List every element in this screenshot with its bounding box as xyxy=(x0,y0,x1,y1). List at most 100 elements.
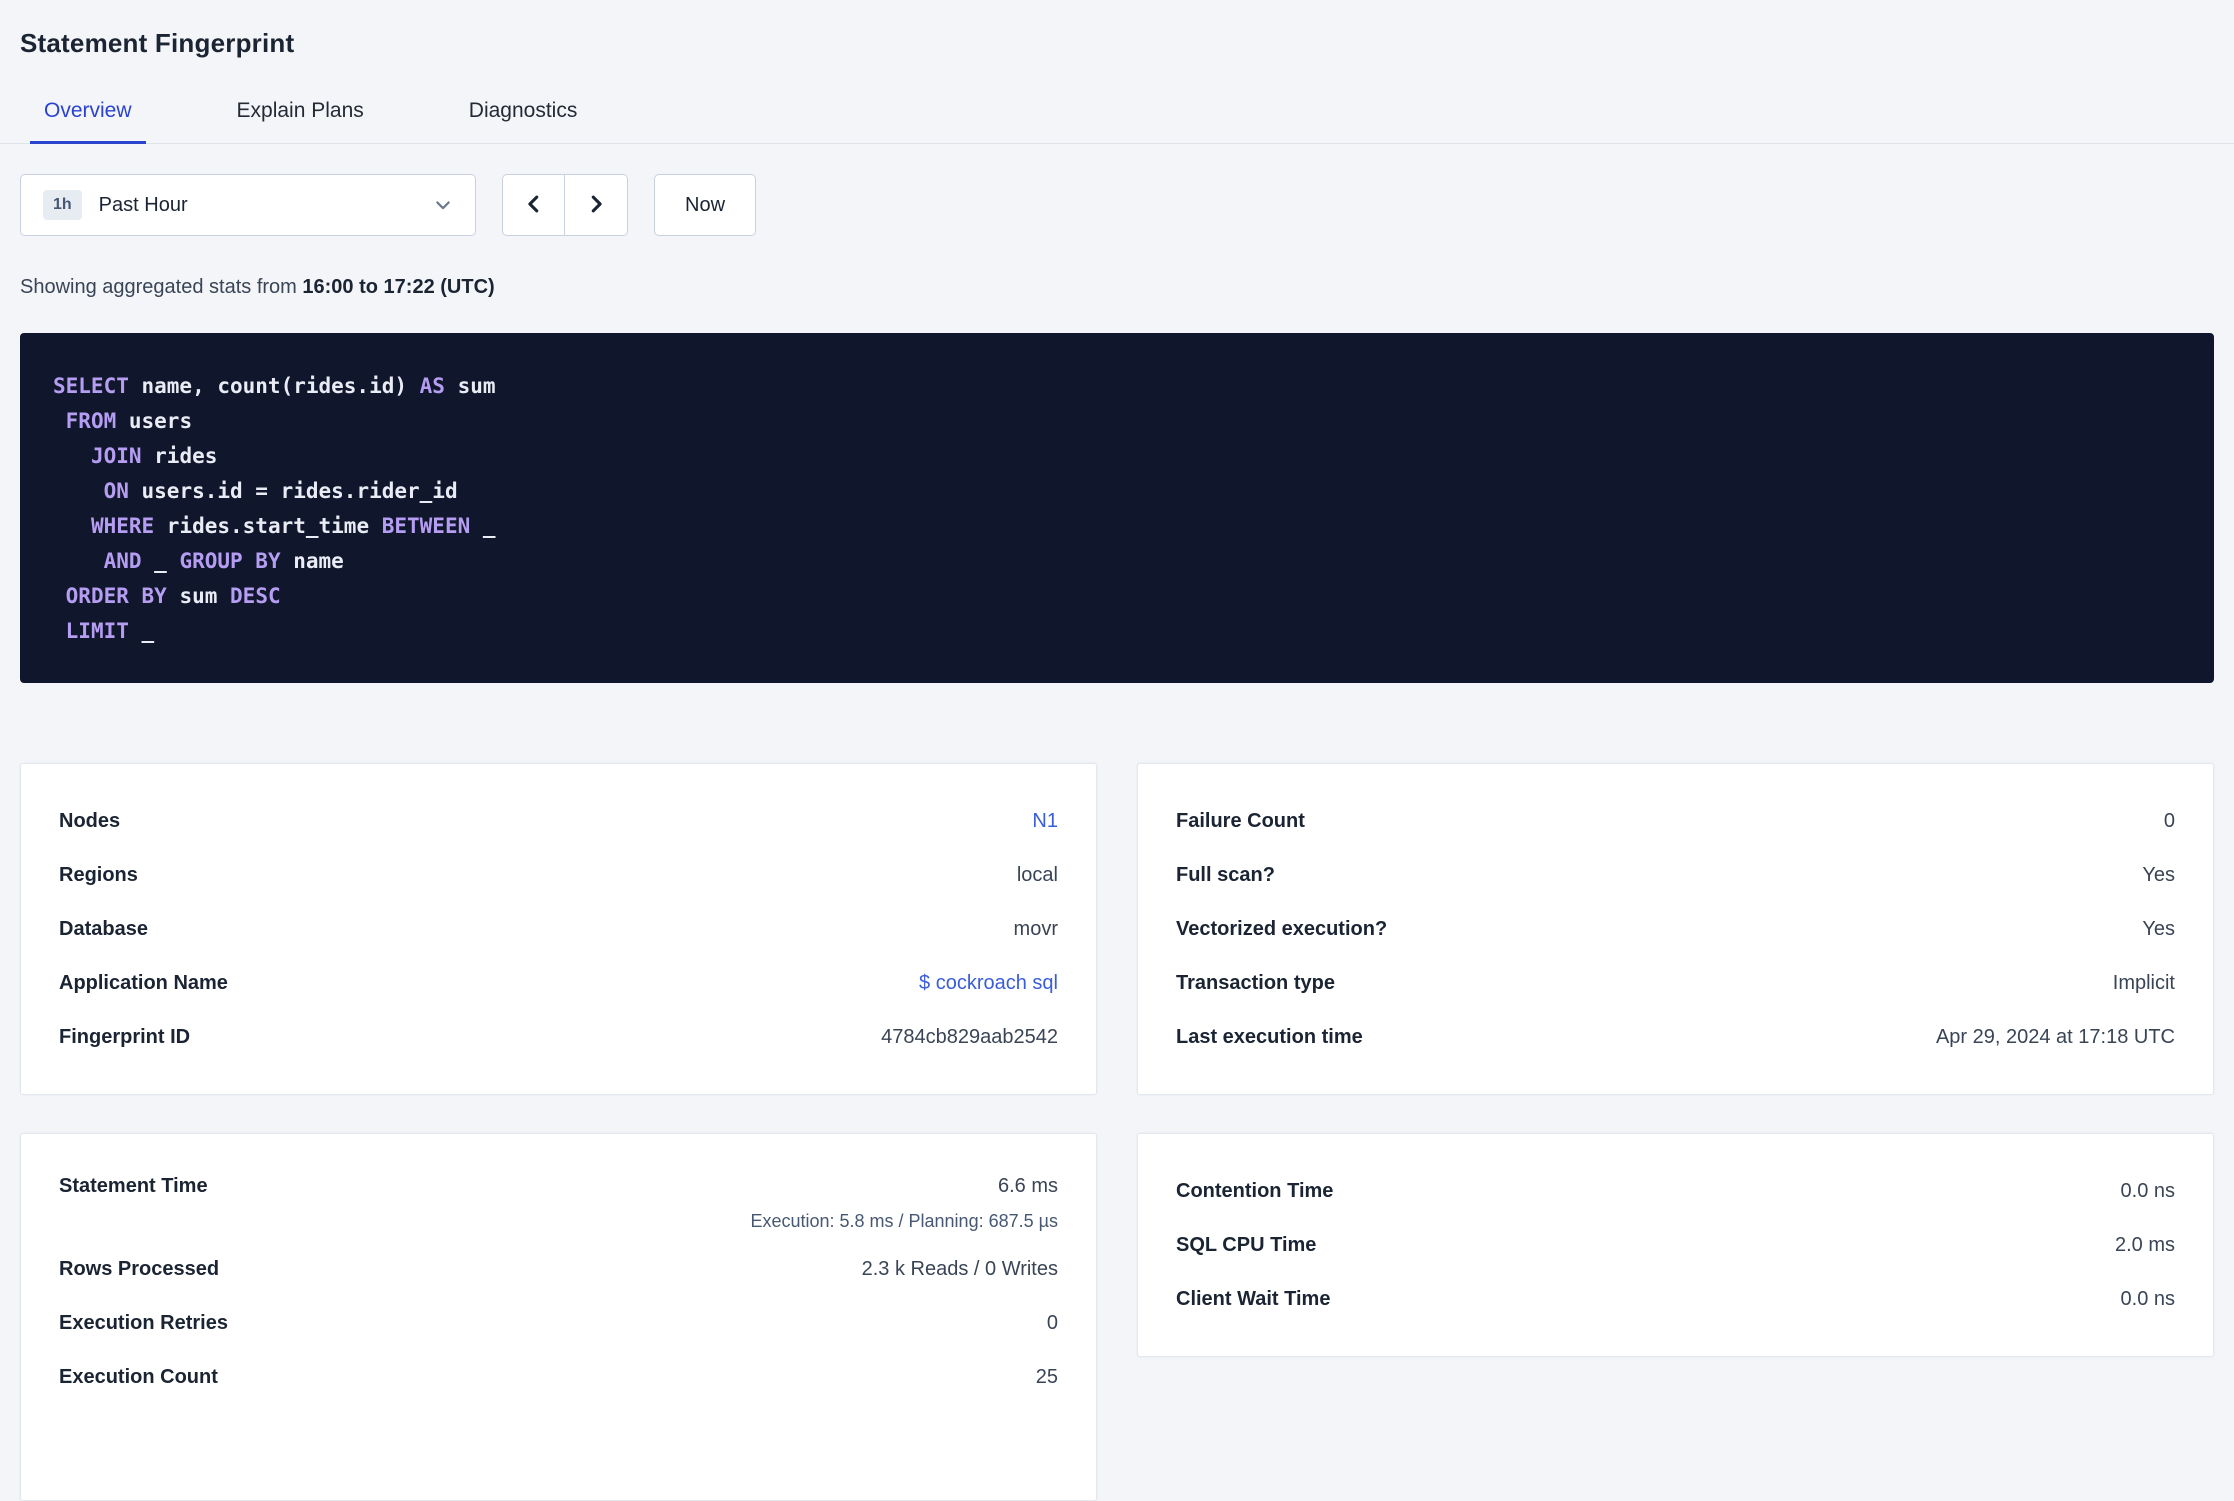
sql-text: sum xyxy=(444,374,496,398)
stat-label: Full scan? xyxy=(1176,863,1275,886)
row-statement-time: Statement Time 6.6 ms Execution: 5.8 ms / … xyxy=(59,1164,1058,1242)
stat-label: Application Name xyxy=(59,971,228,994)
statement-details-card: Nodes N1 Regions local Database movr Applicati… xyxy=(20,763,1097,1095)
sql-text: sum xyxy=(166,584,231,608)
page-title: Statement Fingerprint xyxy=(20,28,295,58)
stat-value: 25 xyxy=(1035,1365,1058,1388)
sql-text: _ xyxy=(141,549,180,573)
time-range-dropdown[interactable]: 1h Past Hour xyxy=(20,174,476,236)
stat-label: Failure Count xyxy=(1176,809,1305,832)
stat-value: 0 xyxy=(1046,1311,1058,1334)
tab-overview[interactable]: Overview xyxy=(30,87,146,144)
sql-keyword: SELECT xyxy=(53,374,129,398)
next-interval-button[interactable] xyxy=(565,174,628,236)
sql-text: name xyxy=(280,549,344,573)
stat-value-wrap: Yes xyxy=(2142,864,2175,887)
stat-value: 2.0 ms xyxy=(2114,1233,2175,1256)
sql-keyword: LIMIT xyxy=(65,619,129,643)
sql-keyword: JOIN xyxy=(90,444,142,468)
stat-value: 6.6 ms xyxy=(997,1175,1058,1197)
sql-line: SELECT name, count(rides.id) AS sum xyxy=(53,369,2181,404)
stat-label: Vectorized execution? xyxy=(1176,917,1388,940)
stat-value: 0.0 ns xyxy=(2120,1287,2175,1310)
tab-bar: Overview Explain Plans Diagnostics xyxy=(0,87,2234,144)
stat-value-wrap: Apr 29, 2024 at 17:18 UTC xyxy=(1936,1026,2175,1049)
aggregation-status: Showing aggregated stats from 16:00 to 1… xyxy=(20,276,2214,299)
sql-text: rides xyxy=(141,444,218,468)
sql-keyword: BETWEEN xyxy=(381,514,471,538)
chevron-down-icon xyxy=(433,195,453,215)
sql-keyword: DESC xyxy=(230,584,281,608)
row-sql-cpu-time: SQL CPU Time 2.0 ms xyxy=(1176,1218,2175,1272)
previous-interval-button[interactable] xyxy=(502,174,565,236)
stat-label: Client Wait Time xyxy=(1176,1287,1331,1310)
sql-text: users.id = rides.rider_id xyxy=(128,479,458,503)
row-application-name: Application Name $ cockroach sql xyxy=(59,956,1058,1010)
row-execution-count: Execution Count 25 xyxy=(59,1350,1058,1404)
stat-value-wrap: movr xyxy=(1014,918,1058,941)
tab-explain-plans[interactable]: Explain Plans xyxy=(223,87,378,143)
sql-keyword: AND xyxy=(103,549,142,573)
stat-value-wrap: 2.0 ms xyxy=(2115,1234,2175,1257)
tab-diagnostics[interactable]: Diagnostics xyxy=(455,87,592,143)
stat-value-wrap: N1 xyxy=(1032,810,1058,833)
stat-subvalue: Execution: 5.8 ms / Planning: 687.5 µs xyxy=(750,1211,1058,1231)
stat-value-wrap: $ cockroach sql xyxy=(919,972,1058,995)
sql-text: name, count(rides.id) xyxy=(128,374,420,398)
sql-line: ORDER BY sum DESC xyxy=(53,579,2181,614)
sql-keyword: WHERE xyxy=(90,514,155,538)
stat-value-wrap: 0 xyxy=(2164,810,2175,833)
row-rows-processed: Rows Processed 2.3 k Reads / 0 Writes xyxy=(59,1242,1058,1296)
time-stats-card: Contention Time 0.0 ns SQL CPU Time 2.0 ms C… xyxy=(1137,1133,2214,1357)
stat-label: Fingerprint ID xyxy=(59,1025,191,1048)
sql-line: WHERE rides.start_time BETWEEN _ xyxy=(53,509,2181,544)
stat-value-wrap: 0.0 ns xyxy=(2121,1180,2175,1203)
stat-label: Contention Time xyxy=(1176,1179,1334,1202)
stat-value-link[interactable]: N1 xyxy=(1032,810,1058,833)
chevron-left-icon xyxy=(523,193,545,218)
statement-fingerprint-page: Statement Fingerprint Overview Explain P… xyxy=(0,0,2234,1501)
stat-label: Execution Retries xyxy=(59,1311,228,1334)
sql-keyword: ON xyxy=(103,479,129,503)
stat-label: Statement Time xyxy=(59,1175,208,1197)
sql-line: JOIN rides xyxy=(53,439,2181,474)
time-controls: 1h Past Hour Now xyxy=(20,174,2214,236)
stat-value: Yes xyxy=(2142,917,2175,940)
row-nodes: Nodes N1 xyxy=(59,794,1058,848)
stat-value-wrap: 6.6 ms Execution: 5.8 ms / Planning: 687.… xyxy=(750,1164,1058,1242)
stat-label: Nodes xyxy=(59,809,121,832)
stat-value-wrap: 25 xyxy=(1036,1366,1058,1389)
stat-value: Apr 29, 2024 at 17:18 UTC xyxy=(1935,1025,2175,1048)
stat-label: Database xyxy=(59,917,148,940)
stat-value-wrap: 0 xyxy=(1047,1312,1058,1335)
stat-label: Transaction type xyxy=(1176,971,1335,994)
stat-value: 4784cb829aab2542 xyxy=(881,1025,1058,1048)
stat-value: Implicit xyxy=(2112,971,2175,994)
sql-line: AND _ GROUP BY name xyxy=(53,544,2181,579)
interval-badge: 1h xyxy=(43,190,82,220)
sql-keyword: FROM xyxy=(65,409,117,433)
stat-value: movr xyxy=(1013,917,1058,940)
time-step-buttons xyxy=(502,174,628,236)
stat-value-link[interactable]: $ cockroach sql xyxy=(919,972,1058,995)
now-button[interactable]: Now xyxy=(654,174,757,236)
status-time-range: 16:00 to 17:22 (UTC) xyxy=(302,276,495,298)
status-prefix: Showing aggregated stats from xyxy=(20,276,303,298)
stat-label: Last execution time xyxy=(1176,1025,1363,1048)
stat-label: Rows Processed xyxy=(59,1257,220,1280)
time-range-label: Past Hour xyxy=(98,193,188,216)
stat-label: Regions xyxy=(59,863,138,886)
execution-attributes-card: Failure Count 0 Full scan? Yes Vectorized ex… xyxy=(1137,763,2214,1095)
row-execution-retries: Execution Retries 0 xyxy=(59,1296,1058,1350)
row-regions: Regions local xyxy=(59,848,1058,902)
sql-line: FROM users xyxy=(53,404,2181,439)
row-failure-count: Failure Count 0 xyxy=(1176,794,2175,848)
chevron-right-icon xyxy=(585,193,607,218)
stat-value-wrap: 2.3 k Reads / 0 Writes xyxy=(862,1258,1058,1281)
info-cards-row: Nodes N1 Regions local Database movr Applicati… xyxy=(20,763,2214,1095)
sql-keyword: GROUP BY xyxy=(179,549,281,573)
